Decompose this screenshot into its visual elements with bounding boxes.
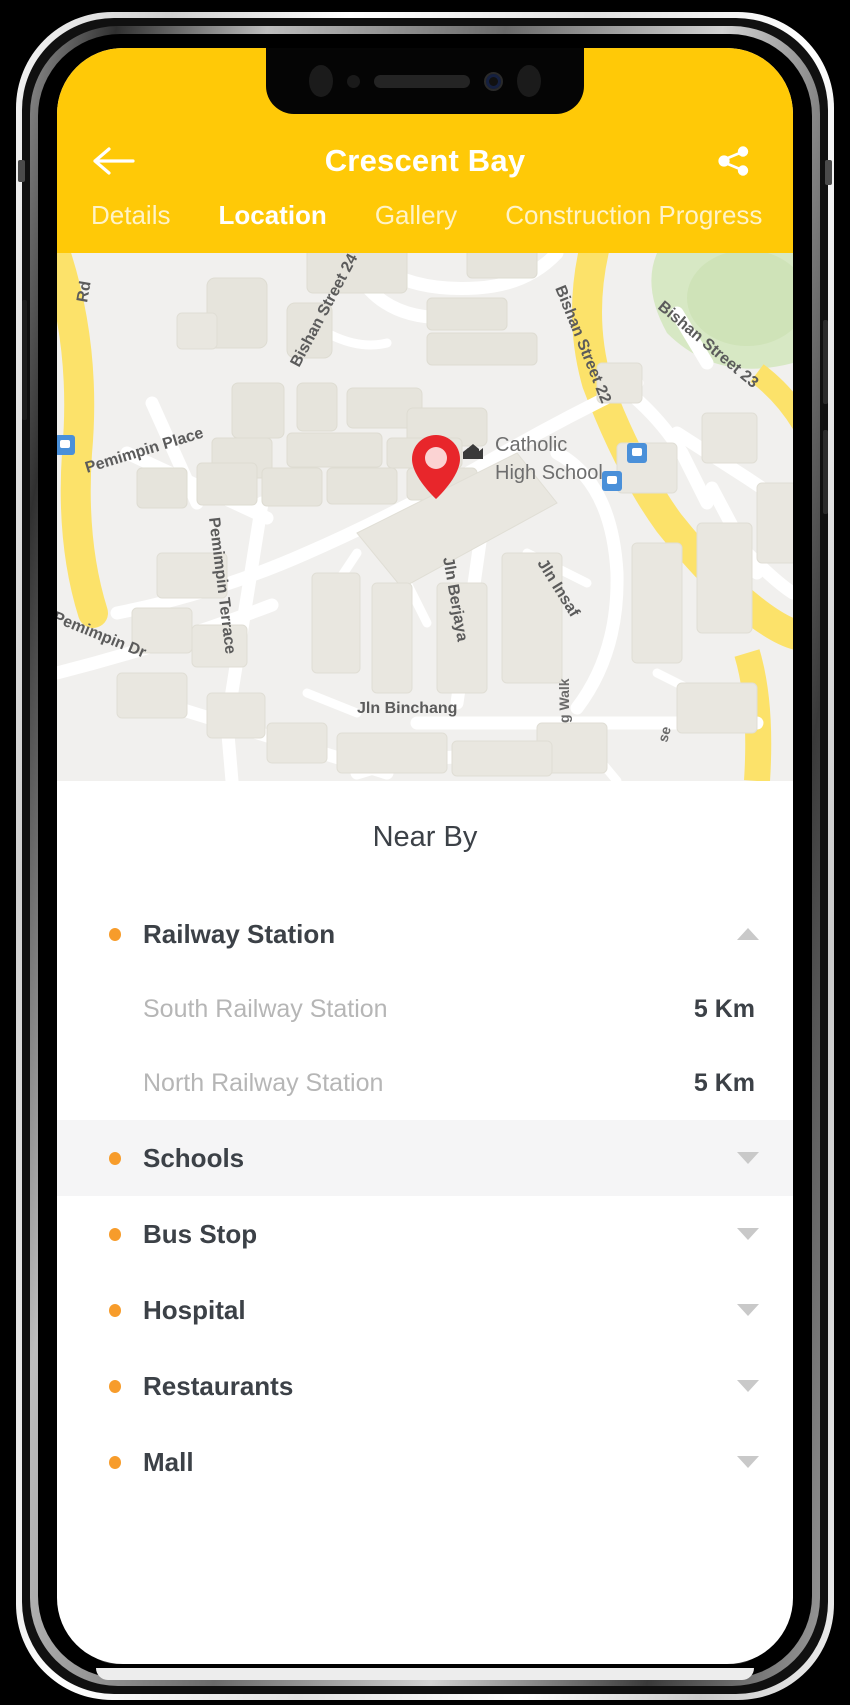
bullet-icon [109, 1379, 121, 1393]
bus-stop-icon [602, 471, 622, 491]
bus-stop-icon [627, 443, 647, 463]
category-row-restaurants[interactable]: Restaurants [57, 1348, 793, 1424]
category-row-bus-stop[interactable]: Bus Stop [57, 1196, 793, 1272]
front-camera-icon [484, 71, 503, 91]
header-bar: Crescent Bay [57, 122, 793, 200]
nearby-panel: Near By Railway Station South Railway St… [57, 781, 793, 1500]
device-notch [266, 48, 584, 114]
map-canvas: .rdwhite { stroke:#ffffff; fill:none; st… [57, 253, 793, 781]
ambient-light-sensor-icon [347, 74, 360, 88]
nearby-item-name: North Railway Station [143, 1068, 384, 1097]
bullet-icon [109, 1227, 121, 1241]
bus-stop-icon [57, 435, 75, 455]
page-title: Crescent Bay [324, 143, 526, 178]
chevron-down-icon[interactable] [737, 1152, 759, 1164]
phone-device-frame: Crescent Bay Details Location Gallery Co… [0, 0, 850, 1705]
silent-switch-button[interactable] [18, 160, 25, 182]
chevron-down-icon[interactable] [737, 1304, 759, 1316]
nearby-item-distance: 5 Km [693, 1068, 755, 1097]
device-bottom-lip [96, 1668, 754, 1680]
category-label: Bus Stop [143, 1218, 258, 1249]
bullet-icon [109, 927, 121, 941]
category-row-schools[interactable]: Schools [57, 1120, 793, 1196]
category-label: Restaurants [143, 1370, 294, 1401]
map-poi-label-line1: Catholic [495, 434, 567, 456]
earpiece-speaker-icon [374, 74, 470, 88]
category-label: Schools [143, 1142, 245, 1173]
tab-construction-progress[interactable]: Construction Progress [505, 200, 762, 231]
chevron-down-icon[interactable] [737, 1456, 759, 1468]
volume-rocker-left[interactable] [22, 300, 27, 420]
nearby-item-distance: 5 Km [693, 994, 755, 1023]
nearby-item-name: South Railway Station [143, 994, 388, 1023]
chevron-down-icon[interactable] [737, 1228, 759, 1240]
volume-down-button[interactable] [823, 430, 828, 514]
proximity-sensor-icon [309, 65, 333, 97]
category-label: Mall [143, 1446, 194, 1477]
category-row-mall[interactable]: Mall [57, 1424, 793, 1500]
nearby-item-south-railway-station[interactable]: South Railway Station 5 Km [57, 972, 793, 1046]
category-label: Hospital [143, 1294, 246, 1325]
location-map[interactable]: .rdwhite { stroke:#ffffff; fill:none; st… [57, 253, 793, 781]
category-row-railway-station[interactable]: Railway Station [57, 896, 793, 972]
tab-gallery[interactable]: Gallery [375, 200, 457, 231]
category-group-railway-station: Railway Station South Railway Station 5 … [57, 896, 793, 1120]
power-button[interactable] [825, 160, 832, 185]
share-icon [718, 146, 749, 176]
infrared-sensor-icon [517, 65, 541, 97]
tab-details[interactable]: Details [91, 200, 170, 231]
nearby-title: Near By [372, 821, 478, 853]
nearby-item-north-railway-station[interactable]: North Railway Station 5 Km [57, 1046, 793, 1120]
arrow-left-icon [93, 147, 135, 175]
map-label-g-walk: g Walk [556, 678, 572, 723]
tab-strip[interactable]: Details Location Gallery Construction Pr… [57, 200, 793, 253]
chevron-down-icon[interactable] [737, 1380, 759, 1392]
map-poi-label-line2: High School [495, 462, 603, 484]
bullet-icon [109, 1151, 121, 1165]
share-button[interactable] [711, 139, 757, 183]
category-row-hospital[interactable]: Hospital [57, 1272, 793, 1348]
chevron-up-icon[interactable] [737, 928, 759, 940]
phone-screen: Crescent Bay Details Location Gallery Co… [57, 48, 793, 1664]
category-label: Railway Station [143, 918, 336, 949]
back-button[interactable] [93, 139, 143, 183]
bullet-icon [109, 1303, 121, 1317]
map-label-jln-binchang: Jln Binchang [357, 700, 457, 717]
tab-location[interactable]: Location [218, 200, 326, 231]
bullet-icon [109, 1455, 121, 1469]
volume-up-button[interactable] [823, 320, 828, 404]
